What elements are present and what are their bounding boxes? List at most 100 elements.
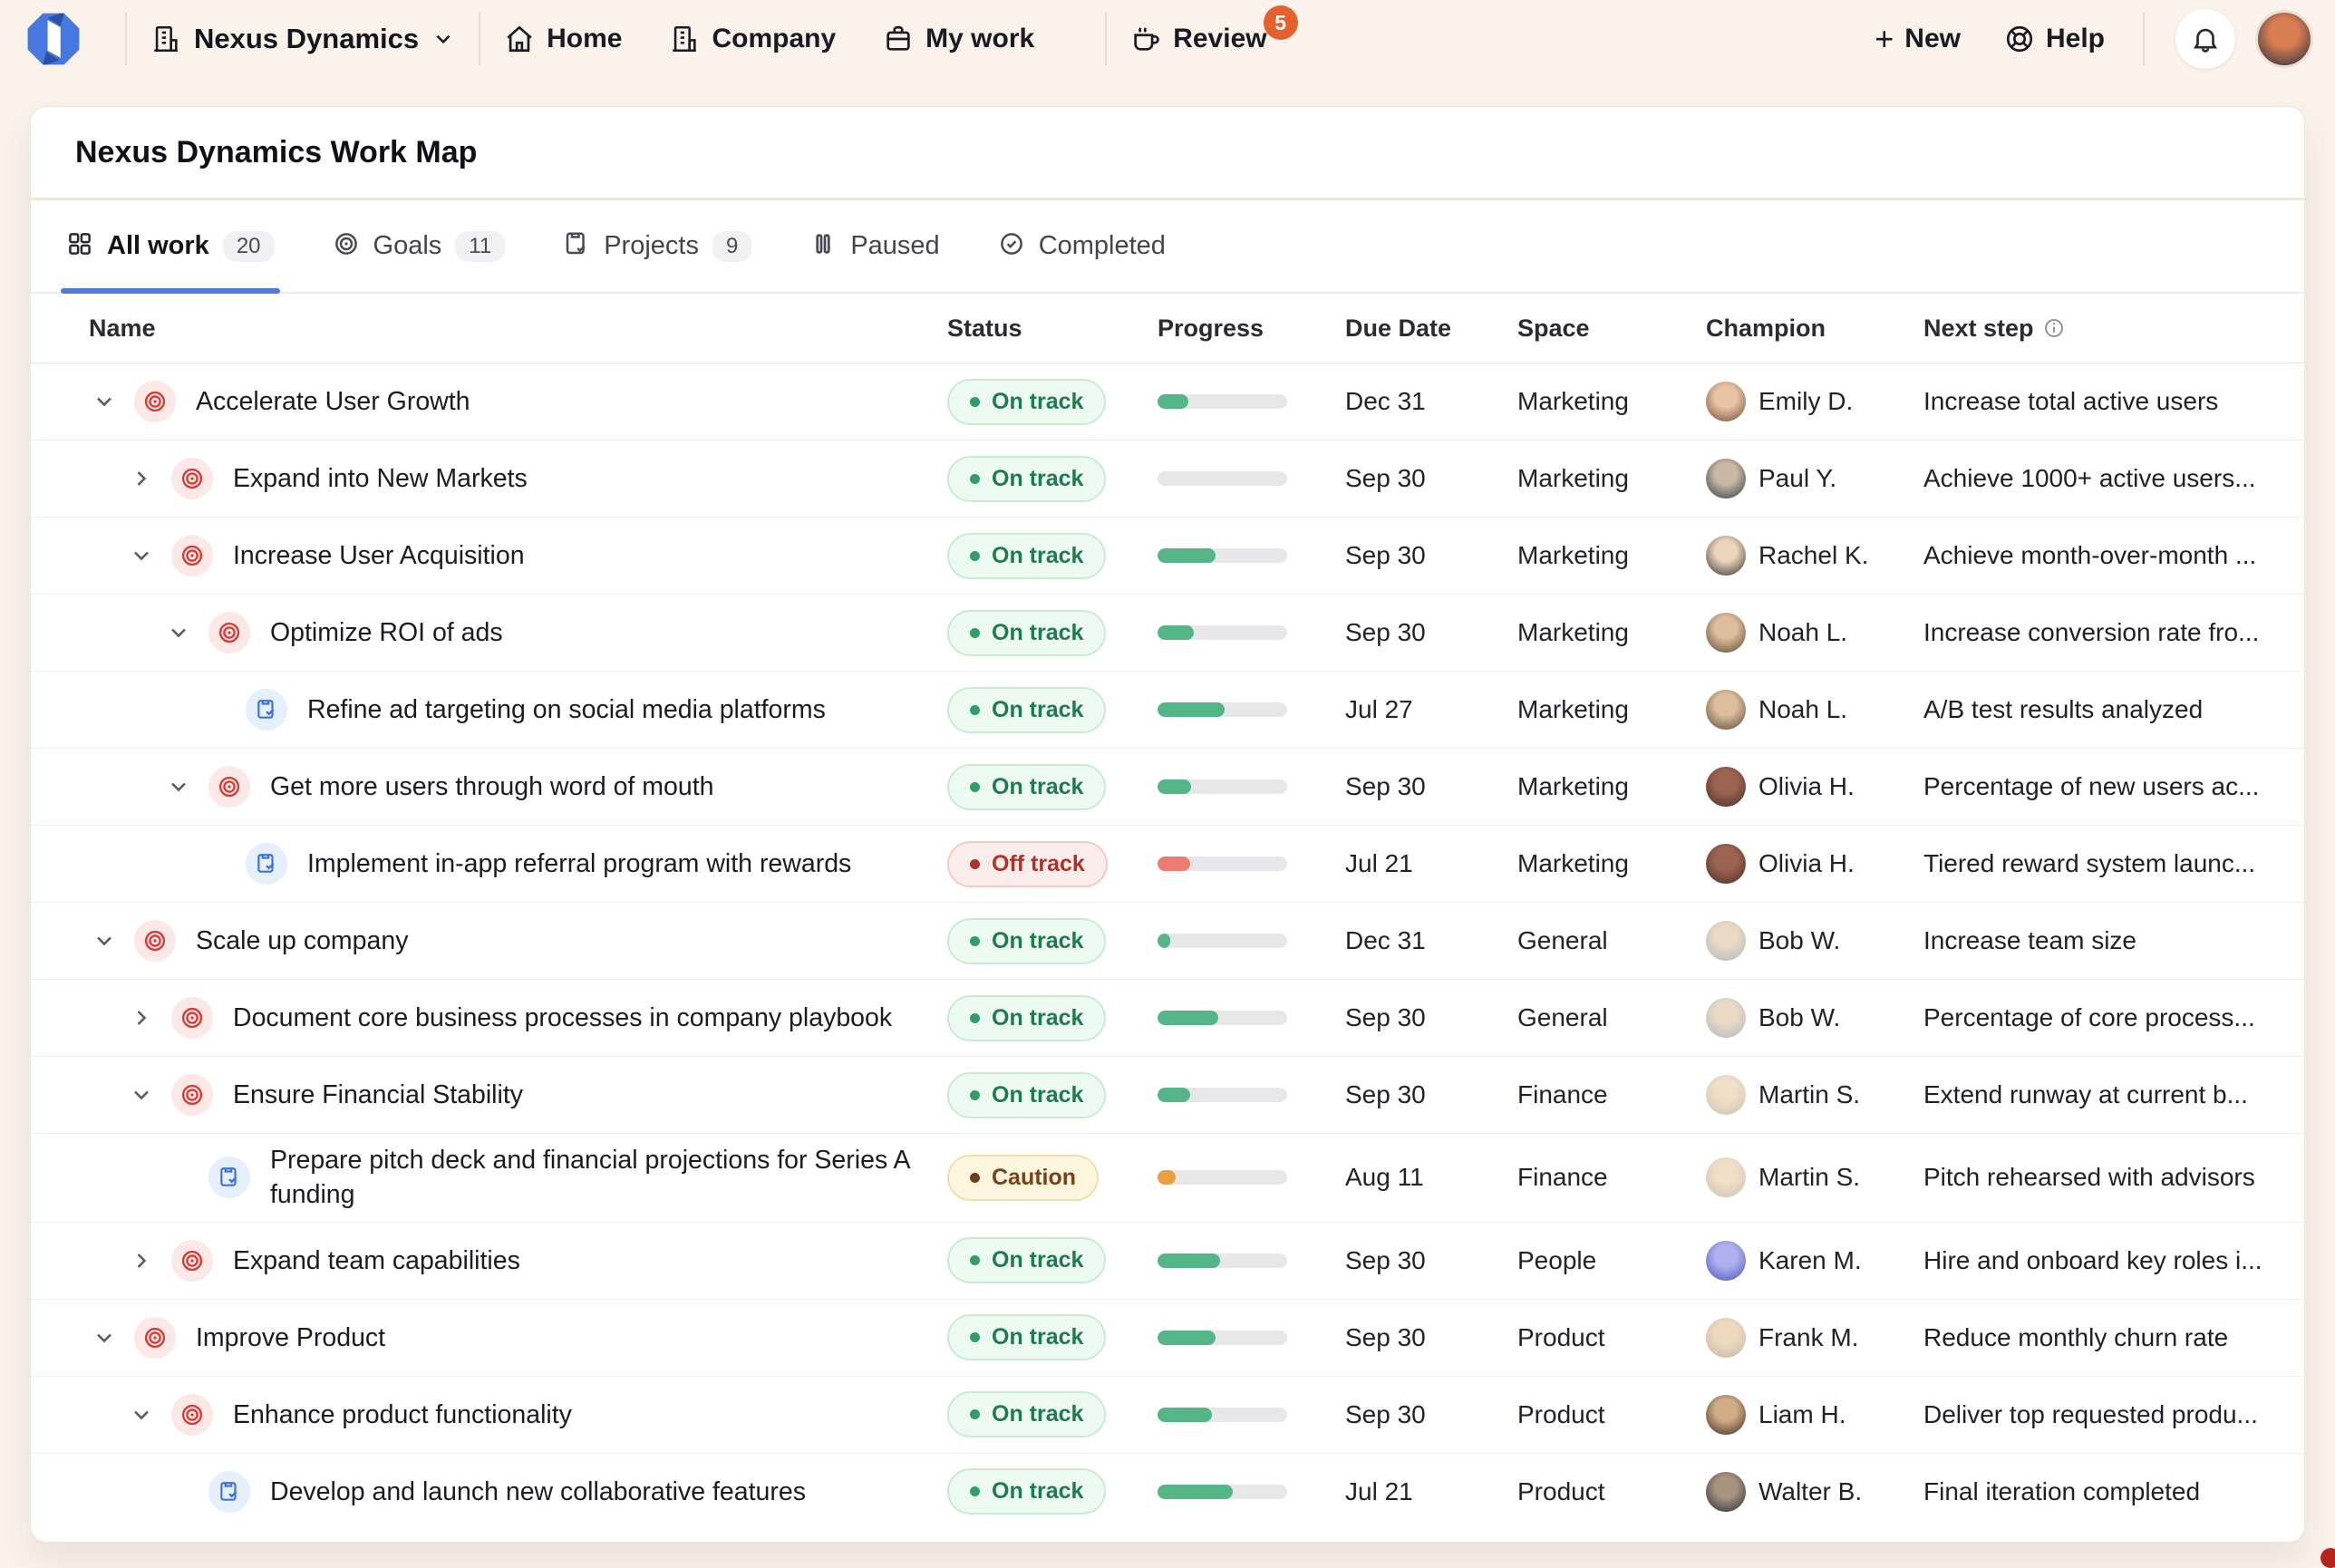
row-name[interactable]: Refine ad targeting on social media plat… [307,683,826,736]
row-expand-chevron[interactable] [163,771,194,802]
tab-paused[interactable]: Paused [804,200,945,292]
status-badge[interactable]: On track [947,995,1106,1041]
row-expand-chevron[interactable] [126,1399,157,1430]
table-row[interactable]: Improve Product On track Sep 30 Product … [31,1299,2304,1376]
nav-item-company[interactable]: Company [669,24,836,54]
space-label[interactable]: General [1517,926,1706,955]
table-row[interactable]: Accelerate User Growth On track Dec 31 M… [31,363,2304,440]
status-badge[interactable]: On track [947,1391,1106,1437]
row-expand-chevron[interactable] [89,386,120,417]
row-name[interactable]: Prepare pitch deck and financial project… [270,1134,947,1222]
row-name[interactable]: Improve Product [196,1312,385,1364]
space-label[interactable]: Marketing [1517,618,1706,647]
notifications-button[interactable] [2175,9,2235,69]
table-row[interactable]: Scale up company On track Dec 31 General… [31,902,2304,979]
status-badge[interactable]: On track [947,764,1106,810]
nav-item-my-work[interactable]: My work [883,24,1034,54]
row-name[interactable]: Expand into New Markets [233,452,528,505]
space-label[interactable]: Product [1517,1477,1706,1506]
nav-item-home[interactable]: Home [504,24,622,54]
table-row[interactable]: Expand into New Markets On track Sep 30 … [31,440,2304,517]
table-row[interactable]: Implement in-app referral program with r… [31,825,2304,902]
row-name[interactable]: Develop and launch new collaborative fea… [270,1466,806,1518]
row-expand-chevron[interactable] [163,617,194,648]
row-name[interactable]: Optimize ROI of ads [270,606,503,659]
row-name[interactable]: Accelerate User Growth [196,375,470,428]
space-label[interactable]: Marketing [1517,772,1706,801]
table-row[interactable]: Document core business processes in comp… [31,979,2304,1056]
app-logo-icon[interactable] [25,11,82,67]
champion-cell[interactable]: Paul Y. [1706,459,1923,498]
champion-cell[interactable]: Rachel K. [1706,536,1923,576]
row-expand-chevron[interactable] [126,1245,157,1276]
status-badge[interactable]: On track [947,456,1106,502]
status-badge[interactable]: Caution [947,1155,1099,1201]
champion-cell[interactable]: Olivia H. [1706,767,1923,807]
space-label[interactable]: Finance [1517,1080,1706,1109]
table-row[interactable]: Ensure Financial Stability On track Sep … [31,1056,2304,1133]
champion-cell[interactable]: Olivia H. [1706,844,1923,884]
champion-cell[interactable]: Martin S. [1706,1157,1923,1197]
row-expand-chevron[interactable] [126,1079,157,1110]
space-label[interactable]: People [1517,1246,1706,1275]
status-badge[interactable]: On track [947,687,1106,733]
row-name[interactable]: Document core business processes in comp… [233,992,892,1044]
row-name[interactable]: Increase User Acquisition [233,529,525,582]
status-badge[interactable]: On track [947,1237,1106,1283]
table-row[interactable]: Enhance product functionality On track S… [31,1376,2304,1453]
table-row[interactable]: Get more users through word of mouth On … [31,748,2304,825]
champion-cell[interactable]: Martin S. [1706,1075,1923,1115]
new-button[interactable]: + New [1875,20,1961,58]
status-badge[interactable]: On track [947,1072,1106,1118]
status-badge[interactable]: On track [947,1468,1106,1515]
row-name[interactable]: Implement in-app referral program with r… [307,837,851,890]
status-badge[interactable]: On track [947,379,1106,425]
champion-cell[interactable]: Bob W. [1706,921,1923,961]
table-row[interactable]: Prepare pitch deck and financial project… [31,1133,2304,1222]
champion-cell[interactable]: Liam H. [1706,1395,1923,1435]
tab-all-work[interactable]: All work 20 [61,200,280,292]
row-name[interactable]: Get more users through word of mouth [270,760,713,813]
tab-completed[interactable]: Completed [993,200,1171,292]
row-expand-chevron[interactable] [126,463,157,494]
champion-cell[interactable]: Karen M. [1706,1241,1923,1281]
table-row[interactable]: Increase User Acquisition On track Sep 3… [31,517,2304,594]
tab-goals[interactable]: Goals 11 [327,200,511,292]
row-name[interactable]: Expand team capabilities [233,1234,520,1287]
nav-item-review[interactable]: Review 5 [1130,24,1266,54]
space-label[interactable]: Marketing [1517,849,1706,878]
status-badge[interactable]: On track [947,533,1106,579]
table-row[interactable]: Optimize ROI of ads On track Sep 30 Mark… [31,594,2304,671]
champion-cell[interactable]: Noah L. [1706,690,1923,730]
champion-cell[interactable]: Bob W. [1706,998,1923,1038]
space-label[interactable]: Product [1517,1400,1706,1429]
space-label[interactable]: Marketing [1517,387,1706,416]
status-badge[interactable]: On track [947,610,1106,656]
table-row[interactable]: Develop and launch new collaborative fea… [31,1453,2304,1530]
space-label[interactable]: Finance [1517,1163,1706,1192]
space-label[interactable]: General [1517,1003,1706,1032]
table-row[interactable]: Expand team capabilities On track Sep 30… [31,1222,2304,1299]
space-label[interactable]: Marketing [1517,464,1706,493]
help-button[interactable]: Help [2004,24,2105,54]
table-row[interactable]: Refine ad targeting on social media plat… [31,671,2304,748]
row-name[interactable]: Enhance product functionality [233,1389,572,1441]
info-icon[interactable] [2043,317,2065,339]
row-name[interactable]: Ensure Financial Stability [233,1069,523,1121]
status-badge[interactable]: On track [947,918,1106,964]
champion-cell[interactable]: Walter B. [1706,1472,1923,1512]
space-label[interactable]: Product [1517,1323,1706,1352]
champion-cell[interactable]: Emily D. [1706,382,1923,421]
status-badge[interactable]: Off track [947,841,1108,887]
champion-cell[interactable]: Noah L. [1706,613,1923,653]
row-expand-chevron[interactable] [126,1002,157,1033]
workspace-switcher[interactable]: Nexus Dynamics [150,23,455,55]
row-expand-chevron[interactable] [126,540,157,571]
user-avatar[interactable] [2255,10,2313,68]
tab-projects[interactable]: Projects 9 [557,200,757,292]
champion-cell[interactable]: Frank M. [1706,1318,1923,1358]
row-expand-chevron[interactable] [89,925,120,956]
space-label[interactable]: Marketing [1517,695,1706,724]
space-label[interactable]: Marketing [1517,541,1706,570]
status-badge[interactable]: On track [947,1314,1106,1360]
